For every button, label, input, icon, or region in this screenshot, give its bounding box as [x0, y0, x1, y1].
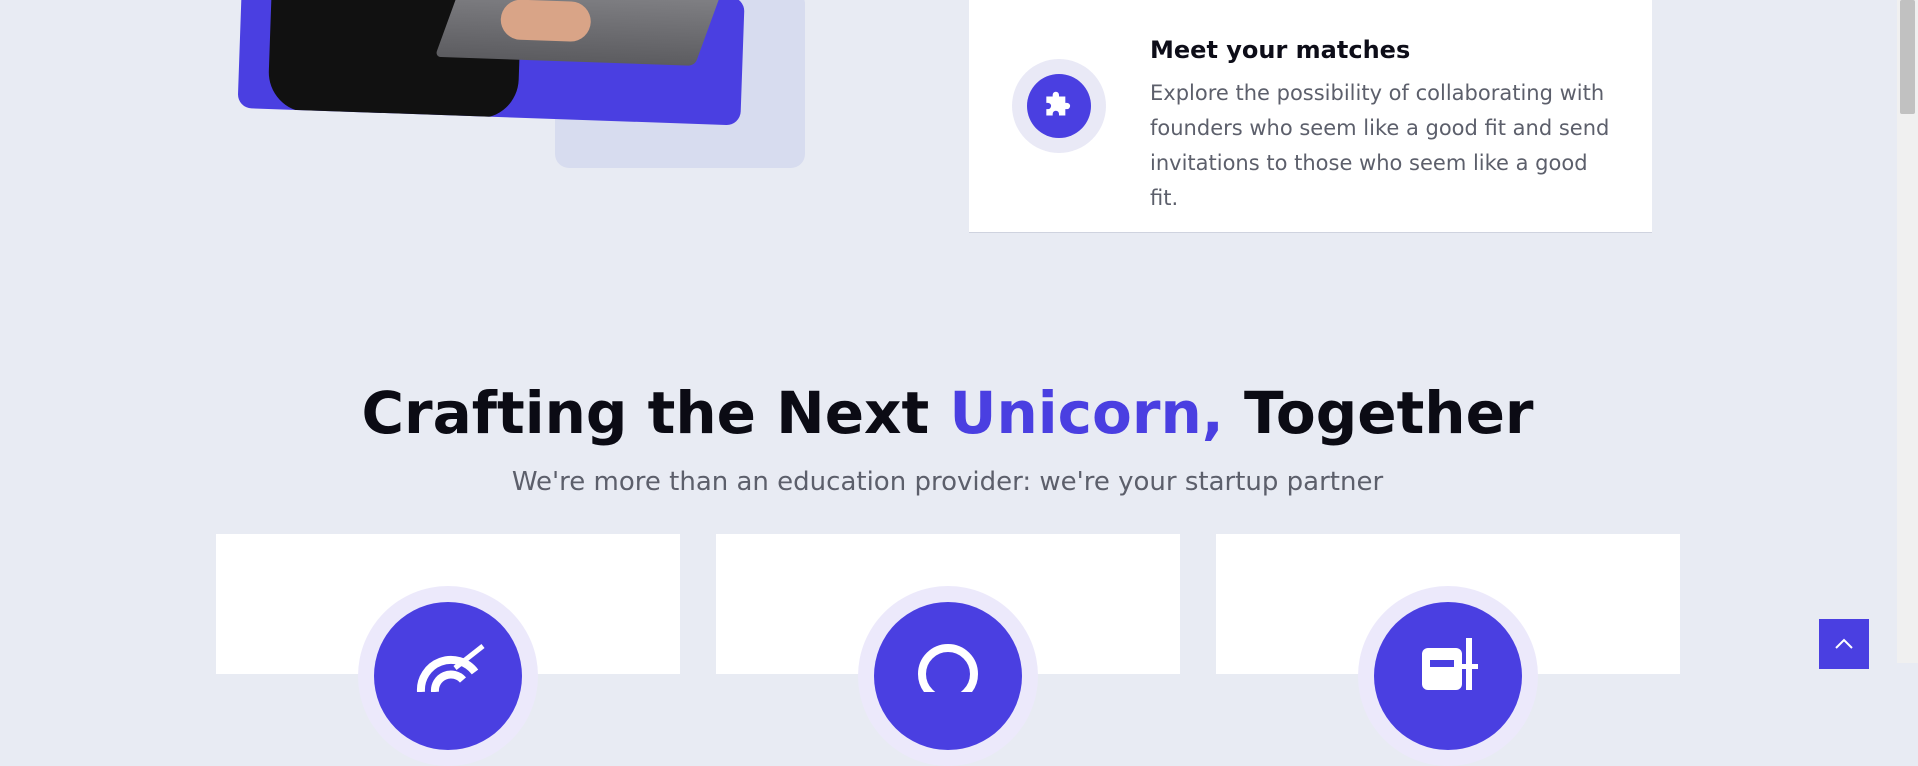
scrollbar-thumb[interactable] — [1900, 0, 1915, 114]
hero-photo-person-laptop — [237, 0, 745, 126]
section-subheading: We're more than an education provider: w… — [511, 467, 1384, 497]
hand — [500, 0, 592, 43]
feature-description: Explore the possibility of collaborating… — [1150, 81, 1610, 210]
service-card — [216, 534, 680, 766]
puzzle-icon — [1027, 74, 1091, 138]
chevron-up-icon — [1835, 638, 1853, 649]
clipboard-icon — [1374, 602, 1522, 750]
heading-part-2: Together — [1223, 379, 1534, 447]
heading-accent-word: Unicorn, — [949, 379, 1224, 447]
target-icon — [374, 602, 522, 750]
feature-title: Meet your matches — [1150, 36, 1411, 64]
scroll-to-top-button[interactable] — [1819, 619, 1869, 669]
service-icon-ring — [358, 586, 538, 766]
search-icon — [874, 602, 1022, 750]
service-icon-ring — [1358, 586, 1538, 766]
feature-icon-ring — [1012, 59, 1106, 153]
section-heading: Crafting the Next Unicorn, Together — [0, 376, 1895, 450]
service-card — [716, 534, 1180, 766]
heading-part-1: Crafting the Next — [361, 379, 950, 447]
service-card — [1216, 534, 1680, 766]
service-icon-ring — [858, 586, 1038, 766]
